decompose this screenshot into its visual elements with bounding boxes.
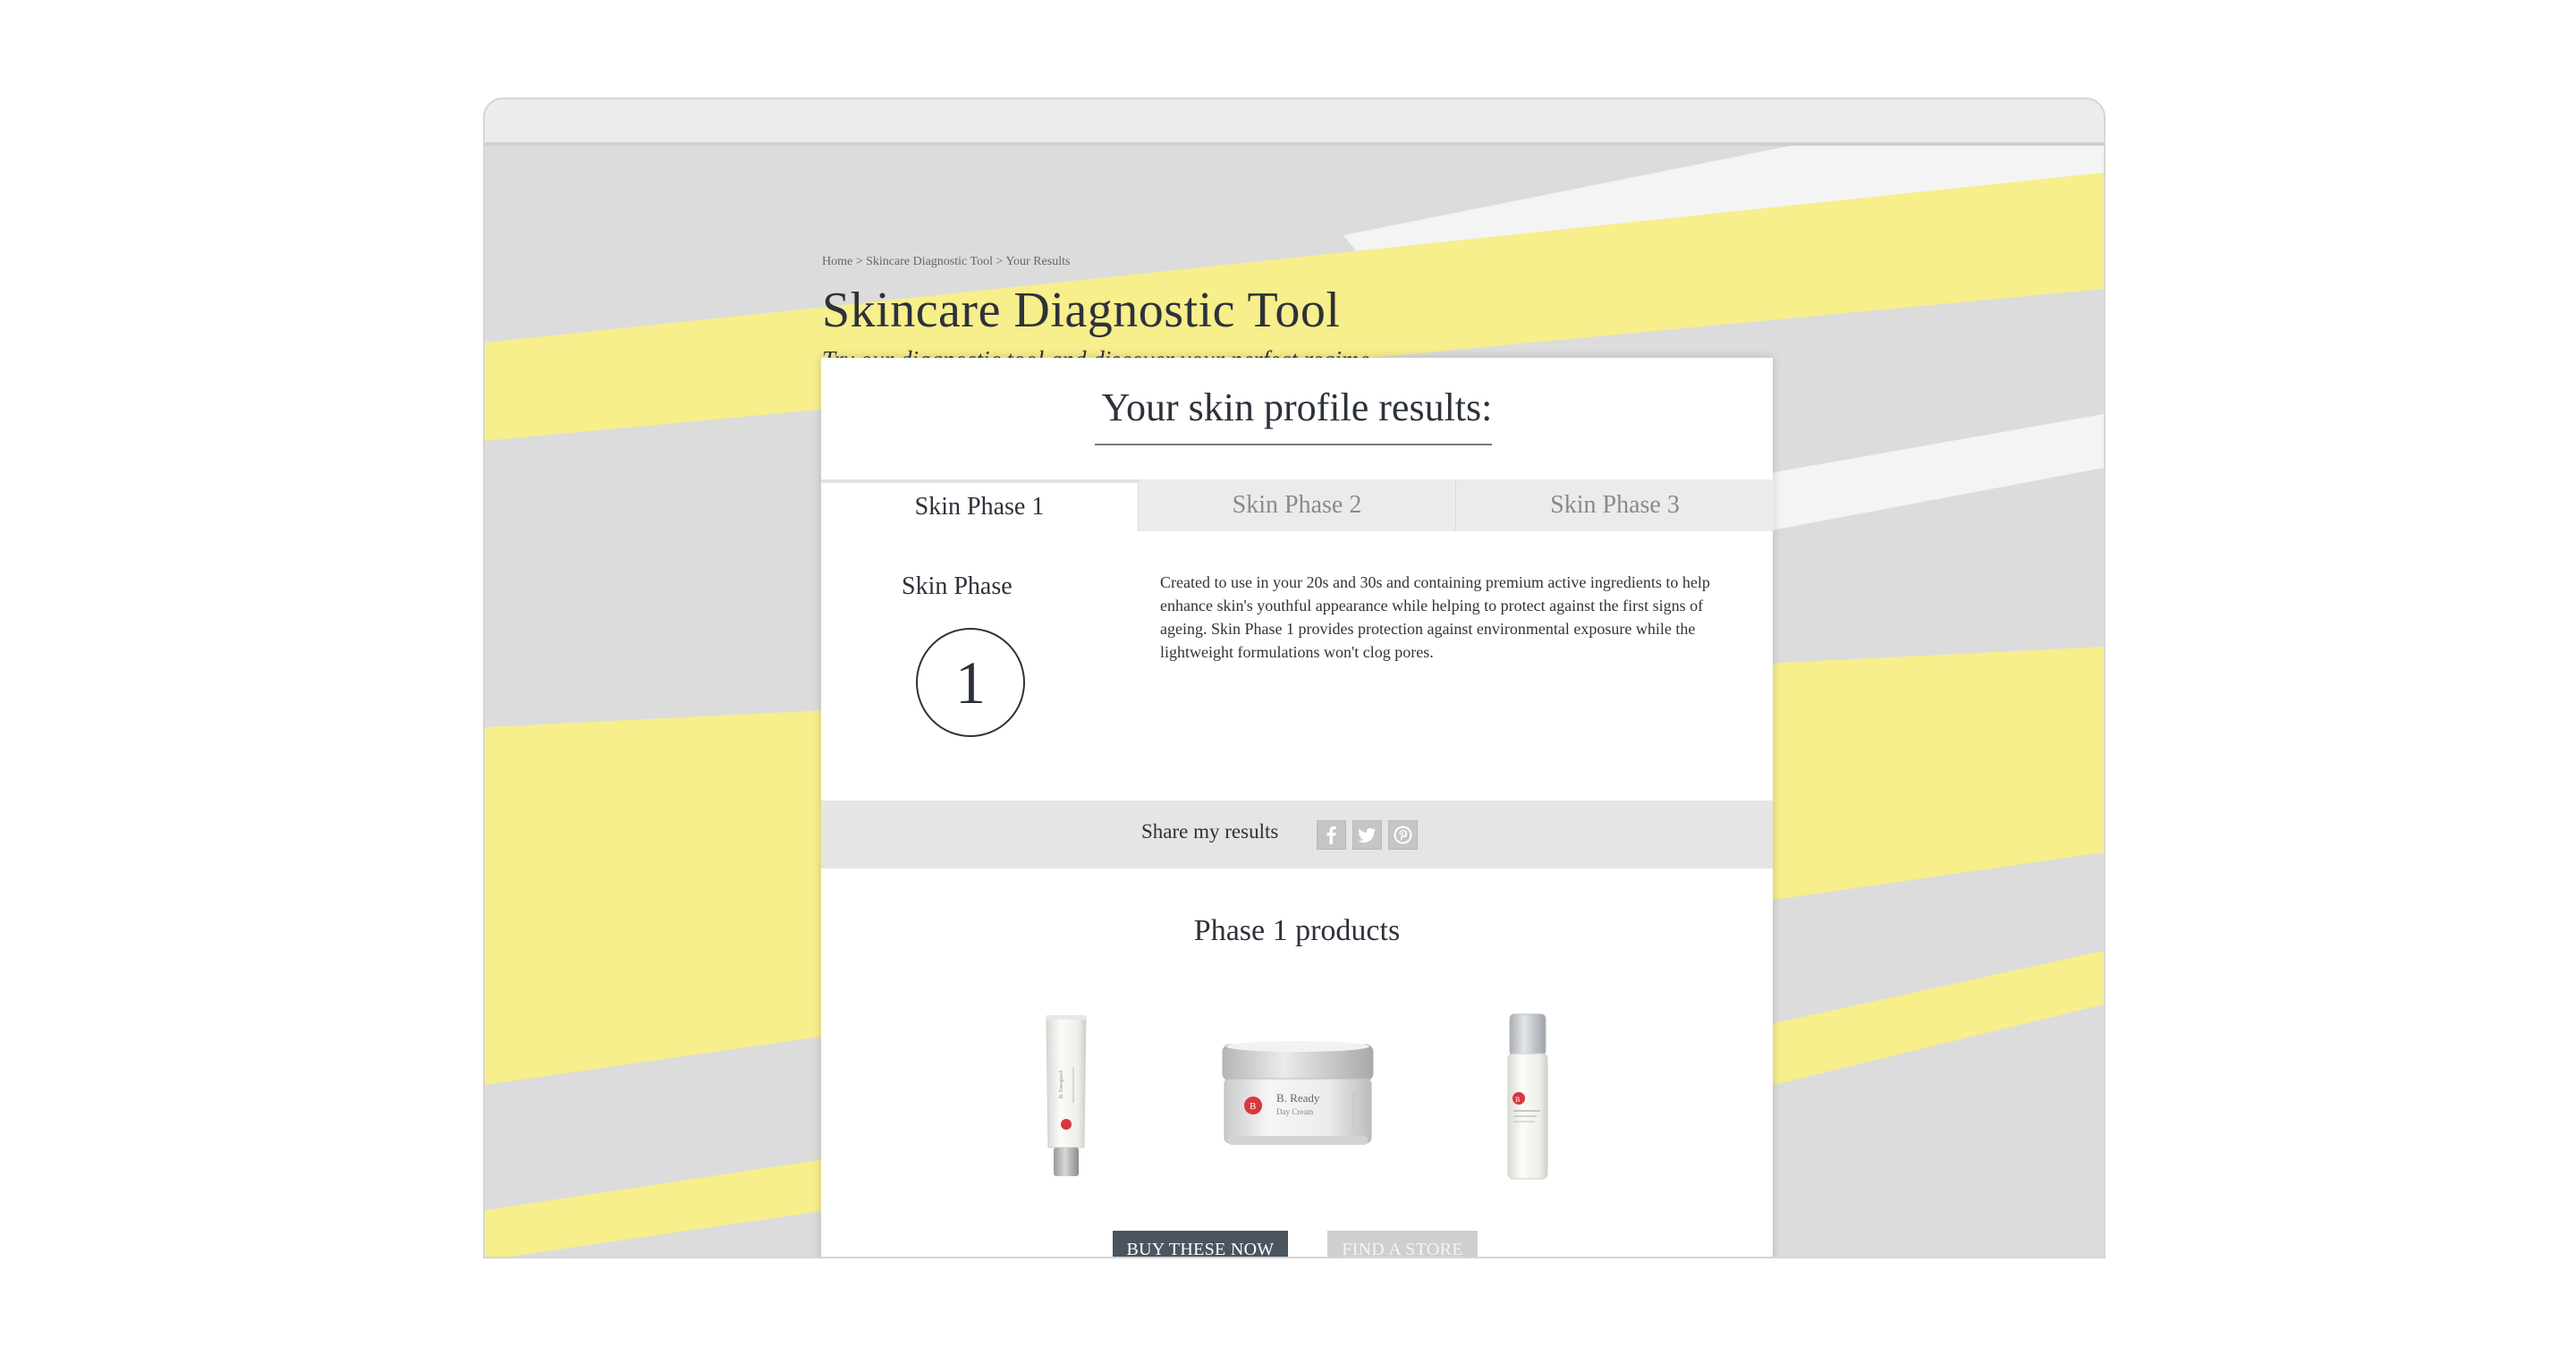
phase-label: Skin Phase: [902, 572, 1013, 600]
svg-text:Day Cream: Day Cream: [1276, 1107, 1313, 1116]
svg-text:B: B: [1250, 1101, 1256, 1112]
product-tube[interactable]: B. Energised: [1043, 1013, 1089, 1184]
page-viewport[interactable]: Home > Skincare Diagnostic Tool > Your R…: [485, 146, 2104, 1257]
products-title: Phase 1 products: [1193, 914, 1401, 947]
product-pump-bottle[interactable]: B: [1501, 1012, 1555, 1187]
find-a-store-button[interactable]: FIND A STORE: [1327, 1231, 1478, 1257]
tab-skin-phase-1[interactable]: Skin Phase 1: [821, 479, 1138, 531]
pump-bottle-product-image: B: [1507, 1013, 1548, 1180]
svg-text:B. Energised: B. Energised: [1059, 1071, 1064, 1098]
page-title: Skincare Diagnostic Tool: [822, 283, 1341, 338]
results-heading: Your skin profile results:: [1101, 385, 1493, 429]
tab-skin-phase-2[interactable]: Skin Phase 2: [1138, 479, 1455, 531]
browser-window: Home > Skincare Diagnostic Tool > Your R…: [483, 97, 2106, 1258]
phase-number-badge: 1: [916, 628, 1025, 737]
results-card: Your skin profile results: Skin Phase 1 …: [821, 358, 1774, 1257]
share-label: Share my results: [1141, 820, 1279, 843]
phase-tabs: Skin Phase 1 Skin Phase 2 Skin Phase 3: [821, 479, 1774, 531]
jar-product-image: B B. Ready Day Cream: [1222, 1041, 1374, 1145]
facebook-icon[interactable]: [1317, 820, 1346, 850]
browser-title-bar: [485, 99, 2104, 146]
product-jar[interactable]: B B. Ready Day Cream: [1219, 1039, 1377, 1156]
tube-product-image: B. Energised: [1046, 1015, 1087, 1176]
breadcrumb[interactable]: Home > Skincare Diagnostic Tool > Your R…: [822, 255, 1070, 269]
pinterest-icon[interactable]: [1388, 820, 1418, 850]
tab-skin-phase-3[interactable]: Skin Phase 3: [1455, 479, 1774, 531]
share-bar: Share my results: [821, 801, 1773, 868]
heading-underline: [1095, 444, 1492, 445]
svg-text:B: B: [1515, 1096, 1520, 1104]
buy-these-now-button[interactable]: BUY THESE NOW: [1113, 1231, 1288, 1257]
svg-text:B. Ready: B. Ready: [1276, 1091, 1320, 1105]
phase-description: Created to use in your 20s and 30s and c…: [1160, 573, 1710, 661]
twitter-icon[interactable]: [1352, 820, 1382, 850]
